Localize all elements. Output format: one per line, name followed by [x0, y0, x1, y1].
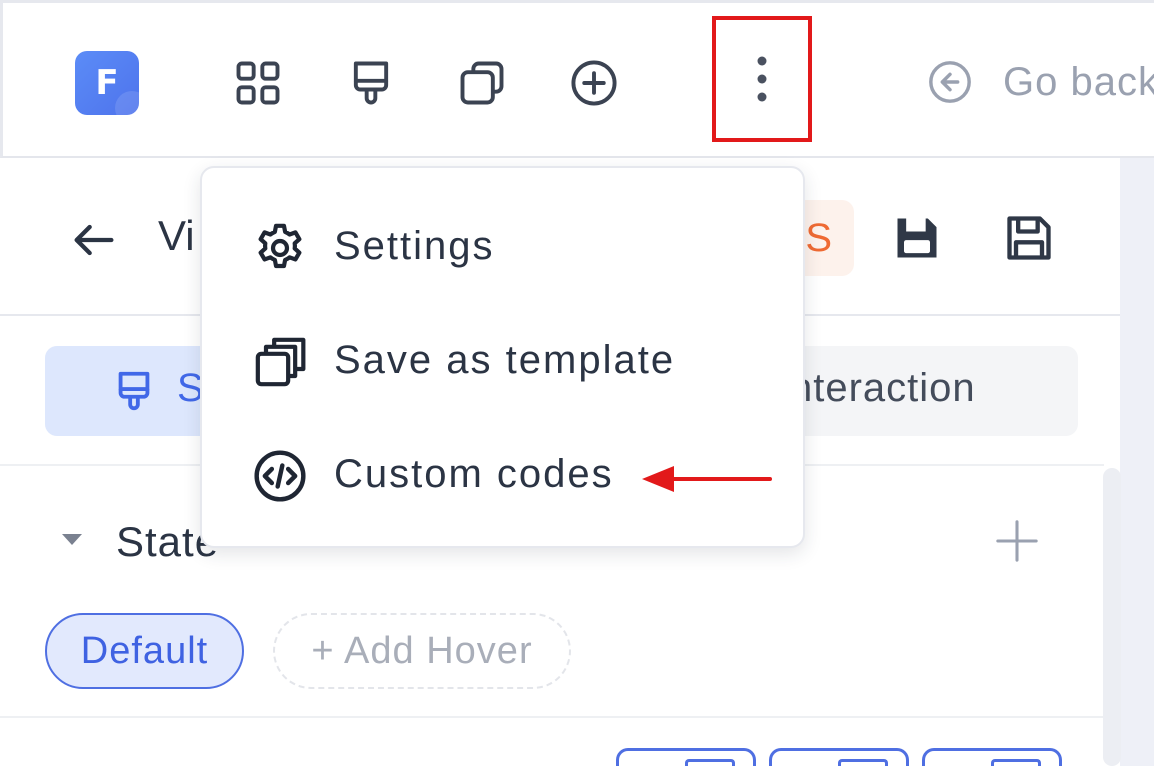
- menu-item-label: Save as template: [334, 338, 676, 382]
- device-option[interactable]: [922, 748, 1062, 766]
- back-arrow-icon[interactable]: [68, 214, 120, 266]
- save-icon[interactable]: [891, 212, 943, 264]
- menu-item-settings[interactable]: Settings: [202, 196, 802, 296]
- gear-icon: [258, 223, 302, 269]
- menu-item-label: Custom codes: [334, 452, 614, 496]
- grid-icon[interactable]: [228, 53, 288, 113]
- save-as-icon[interactable]: [1003, 212, 1055, 264]
- brush-icon[interactable]: [341, 53, 401, 113]
- app-logo: F: [75, 51, 139, 115]
- code-circle-icon: [254, 450, 306, 502]
- panel-scrollbar[interactable]: [1103, 468, 1121, 766]
- go-back-button[interactable]: Go back: [927, 59, 1154, 105]
- device-option[interactable]: [769, 748, 909, 766]
- add-hover-chip[interactable]: + Add Hover: [273, 613, 571, 689]
- layers-icon[interactable]: [452, 53, 512, 113]
- brush-icon: [118, 371, 150, 411]
- panel-title: Vi: [158, 212, 195, 259]
- collapse-caret-icon[interactable]: [62, 534, 82, 545]
- device-option[interactable]: [616, 748, 756, 766]
- tab-interaction[interactable]: nteraction: [790, 366, 976, 411]
- add-state-icon[interactable]: [994, 518, 1040, 564]
- state-chip-default[interactable]: Default: [45, 613, 244, 689]
- more-vertical-icon: [757, 56, 767, 102]
- arrow-left-circle-icon: [929, 61, 971, 103]
- menu-item-label: Settings: [334, 224, 495, 268]
- top-toolbar: F Go back: [0, 0, 1154, 158]
- canvas-edge: [1120, 158, 1154, 766]
- copy-stack-icon: [255, 337, 306, 387]
- more-options-button[interactable]: [712, 16, 812, 142]
- plus-circle-icon[interactable]: [564, 53, 624, 113]
- divider: [0, 716, 1104, 718]
- annotation-arrow-icon: [642, 466, 772, 492]
- go-back-label: Go back: [1003, 59, 1154, 104]
- menu-item-save-as-template[interactable]: Save as template: [202, 310, 802, 410]
